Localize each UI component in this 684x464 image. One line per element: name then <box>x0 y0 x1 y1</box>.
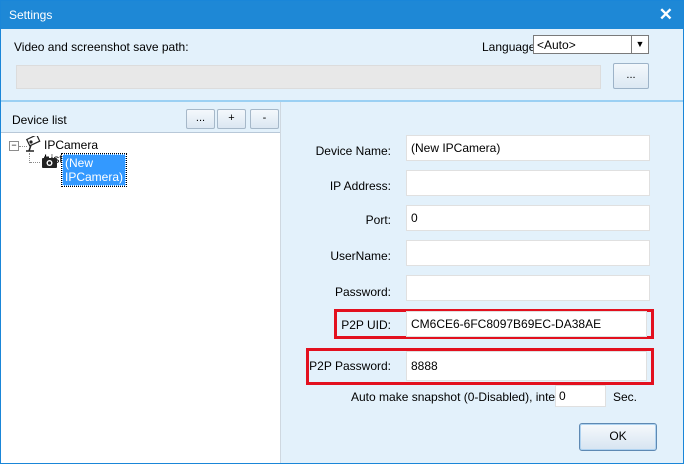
language-label: Language <box>482 40 536 54</box>
device-list-pane: Device list ... + - − IPCamera List <box>1 102 281 463</box>
add-device-button[interactable]: + <box>217 109 246 129</box>
language-select[interactable]: <Auto> ▼ <box>533 35 649 54</box>
snapshot-interval-input[interactable]: 0 <box>555 385 606 407</box>
username-input[interactable] <box>406 240 650 266</box>
more-button[interactable]: ... <box>186 109 215 129</box>
port-input[interactable]: 0 <box>406 205 650 231</box>
camera-icon <box>41 156 58 172</box>
password-label: Password: <box>334 285 391 299</box>
seconds-label: Sec. <box>613 390 638 404</box>
p2p-password-input[interactable]: 8888 <box>406 351 647 381</box>
p2p-password-label: P2P Password: <box>309 359 391 373</box>
snapshot-interval-label: Auto make snapshot (0-Disabled), interva… <box>351 390 575 404</box>
collapse-icon[interactable]: − <box>9 141 19 151</box>
ip-address-input[interactable] <box>406 170 650 196</box>
camera-list-icon <box>25 134 41 156</box>
title-bar: Settings ✕ <box>1 1 683 29</box>
tree-child-label: (New IPCamera) <box>60 153 128 187</box>
chevron-down-icon[interactable]: ▼ <box>631 36 648 53</box>
device-tree: − IPCamera List <box>1 132 280 464</box>
language-value: <Auto> <box>537 38 576 52</box>
device-list-header: Device list ... + - <box>1 102 280 132</box>
save-path-section: Video and screenshot save path: Language… <box>1 29 683 99</box>
password-input[interactable] <box>406 275 650 301</box>
save-path-label: Video and screenshot save path: <box>14 40 189 54</box>
device-name-label: Device Name: <box>315 144 391 158</box>
save-path-input[interactable] <box>16 65 601 89</box>
ip-address-label: IP Address: <box>329 179 391 193</box>
p2p-uid-label: P2P UID: <box>341 318 391 332</box>
browse-button[interactable]: ... <box>613 63 649 89</box>
p2p-uid-input[interactable]: CM6CE6-6FC8097B69EC-DA38AE <box>406 311 647 337</box>
tree-connector <box>30 162 40 163</box>
username-label: UserName: <box>330 249 391 263</box>
ok-button[interactable]: OK <box>579 423 657 451</box>
device-list-label: Device list <box>12 113 67 127</box>
device-details-pane: Device Name: (New IPCamera) IP Address: … <box>281 102 683 463</box>
window-title: Settings <box>9 8 53 22</box>
port-label: Port: <box>365 213 391 227</box>
device-name-input[interactable]: (New IPCamera) <box>406 135 650 161</box>
remove-device-button[interactable]: - <box>250 109 279 129</box>
settings-window: Settings ✕ Video and screenshot save pat… <box>0 0 684 464</box>
close-icon[interactable]: ✕ <box>659 5 673 25</box>
